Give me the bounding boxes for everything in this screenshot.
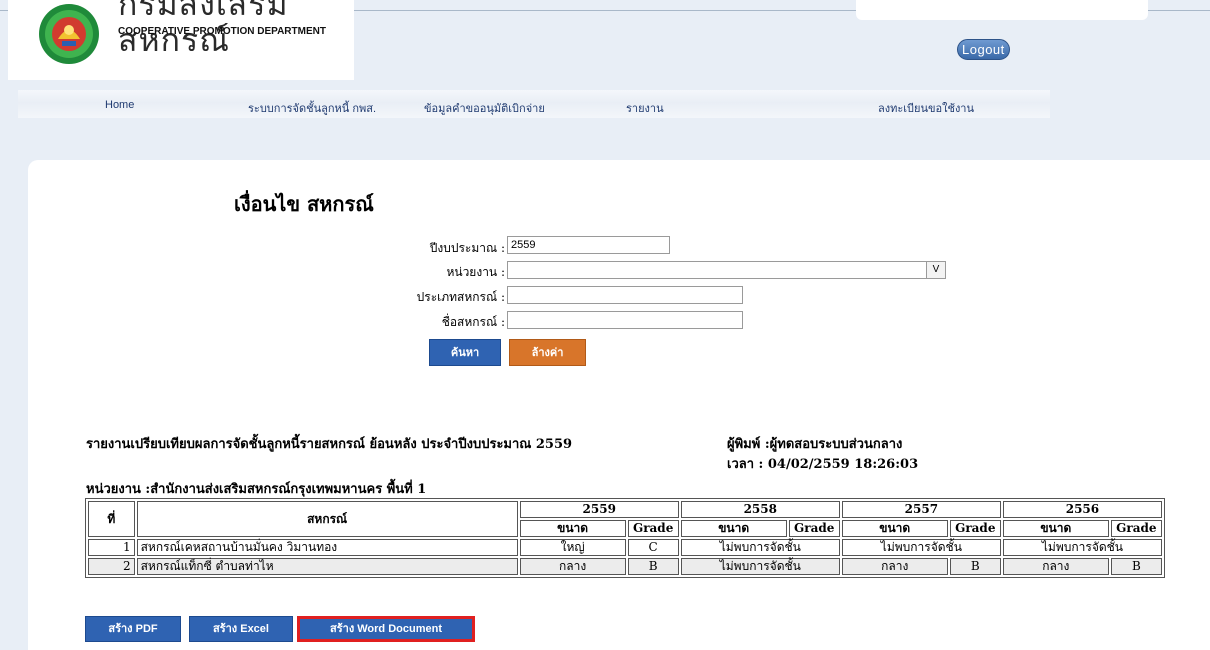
site-header: กรมส่งเสริมสหกรณ์ COOPERATIVE PROMOTION … xyxy=(8,0,354,80)
col-coop-header: สหกรณ์ xyxy=(136,501,518,537)
col-grade-header: Grade xyxy=(1110,520,1162,537)
export-pdf-button[interactable]: สร้าง PDF xyxy=(85,616,181,642)
col-size-header: ขนาด xyxy=(841,520,948,537)
cell-size: ใหญ่ xyxy=(519,539,626,556)
row-no: 2 xyxy=(88,558,135,575)
export-excel-button[interactable]: สร้าง Excel xyxy=(189,616,293,642)
nav-debtor-classification[interactable]: ระบบการจัดชั้นลูกหนี้ กพส. xyxy=(248,99,376,117)
clear-button[interactable]: ล้างค่า xyxy=(509,339,586,366)
cell-size: กลาง xyxy=(519,558,626,575)
cell-grade: B xyxy=(1110,558,1162,575)
nav-register[interactable]: ลงทะเบียนขอใช้งาน xyxy=(878,99,974,117)
col-size-header: ขนาด xyxy=(519,520,626,537)
table-header-row: ที่ สหกรณ์ 2559 2558 2557 2556 xyxy=(88,501,1162,537)
col-year-header: 2558 xyxy=(680,501,840,518)
report-printer: ผู้พิมพ์ :ผู้ทดสอบระบบส่วนกลาง xyxy=(727,437,903,452)
col-year-header: 2557 xyxy=(841,501,1001,518)
col-grade-header: Grade xyxy=(949,520,1001,537)
row-coop-name: สหกรณ์แท็กซี่ ตำบลท่าไห xyxy=(136,558,518,575)
col-grade-header: Grade xyxy=(627,520,679,537)
form-title: เงื่อนไข สหกรณ์ xyxy=(234,192,374,216)
cell-size: กลาง xyxy=(841,558,948,575)
cell-grade: B xyxy=(949,558,1001,575)
col-year-header: 2556 xyxy=(1002,501,1162,518)
table-row: 2 สหกรณ์แท็กซี่ ตำบลท่าไห กลาง B ไม่พบกา… xyxy=(88,558,1162,575)
nav-home[interactable]: Home xyxy=(105,99,134,111)
cell-not-classified: ไม่พบการจัดชั้น xyxy=(680,558,840,575)
coop-name-input[interactable] xyxy=(507,311,743,329)
main-nav: Home ระบบการจัดชั้นลูกหนี้ กพส. ข้อมูลคำ… xyxy=(18,90,1050,118)
year-label: ปีงบประมาณ : xyxy=(429,241,505,255)
logout-button[interactable]: Logout xyxy=(957,39,1010,60)
department-logo-icon xyxy=(39,4,99,64)
col-size-header: ขนาด xyxy=(1002,520,1109,537)
cell-grade: C xyxy=(627,539,679,556)
coop-type-label: ประเภทสหกรณ์ : xyxy=(416,290,505,304)
unit-label: หน่วยงาน : xyxy=(446,265,505,279)
coop-type-input[interactable] xyxy=(507,286,743,304)
unit-select[interactable] xyxy=(507,261,927,279)
row-coop-name: สหกรณ์เคหสถานบ้านมั่นคง วิมานทอง xyxy=(136,539,518,556)
comparison-table: ที่ สหกรณ์ 2559 2558 2557 2556 ขนาด Grad… xyxy=(85,498,1165,578)
year-input[interactable] xyxy=(507,236,670,254)
cell-size: กลาง xyxy=(1002,558,1109,575)
cell-grade: B xyxy=(627,558,679,575)
search-button[interactable]: ค้นหา xyxy=(429,339,501,366)
chevron-down-icon[interactable]: V xyxy=(926,261,946,279)
nav-reports[interactable]: รายงาน xyxy=(626,99,664,117)
logo-subtitle: COOPERATIVE PROMOTION DEPARTMENT xyxy=(118,26,326,37)
user-info-box xyxy=(856,0,1148,20)
row-no: 1 xyxy=(88,539,135,556)
report-time: เวลา : 04/02/2559 18:26:03 xyxy=(727,457,919,472)
cell-not-classified: ไม่พบการจัดชั้น xyxy=(841,539,1001,556)
cell-not-classified: ไม่พบการจัดชั้น xyxy=(680,539,840,556)
cell-not-classified: ไม่พบการจัดชั้น xyxy=(1002,539,1162,556)
report-unit: หน่วยงาน :สำนักงานส่งเสริมสหกรณ์กรุงเทพม… xyxy=(86,482,427,497)
col-no-header: ที่ xyxy=(88,501,135,537)
nav-disbursement-requests[interactable]: ข้อมูลคำขออนุมัติเบิกจ่าย xyxy=(424,99,545,117)
table-row: 1 สหกรณ์เคหสถานบ้านมั่นคง วิมานทอง ใหญ่ … xyxy=(88,539,1162,556)
col-year-header: 2559 xyxy=(519,501,679,518)
export-word-button[interactable]: สร้าง Word Document xyxy=(297,616,475,642)
report-title: รายงานเปรียบเทียบผลการจัดชั้นลูกหนี้รายส… xyxy=(86,437,573,452)
coop-name-label: ชื่อสหกรณ์ : xyxy=(441,315,505,329)
col-grade-header: Grade xyxy=(788,520,840,537)
col-size-header: ขนาด xyxy=(680,520,787,537)
